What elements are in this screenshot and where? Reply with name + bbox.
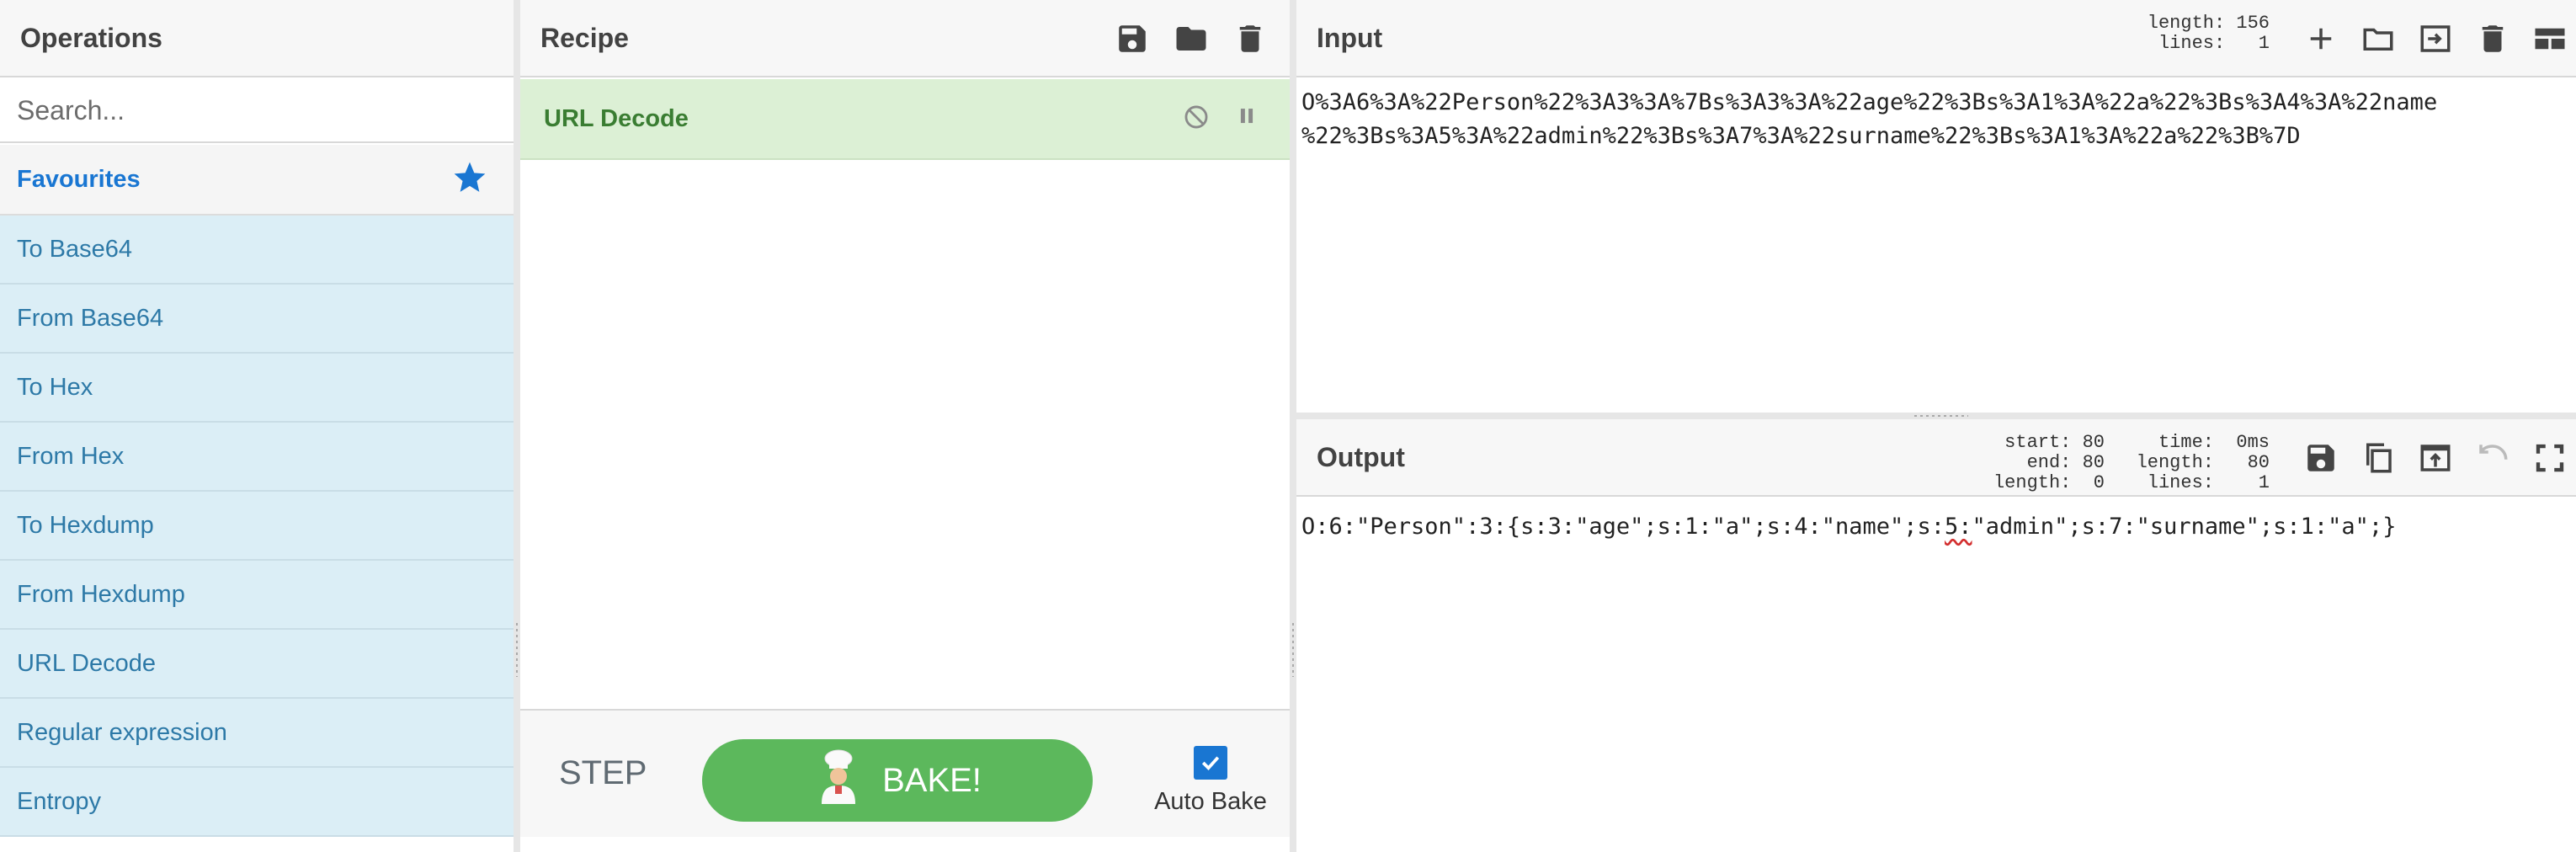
maximise-output-icon[interactable] [2532, 440, 2568, 476]
reset-layout-icon[interactable] [2532, 21, 2568, 56]
operations-header: Operations [0, 0, 514, 77]
output-length-label: length: [2136, 452, 2214, 473]
recipe-header: Recipe [520, 0, 1290, 77]
output-end-label: end: [2026, 452, 2072, 473]
gutter-grip [1292, 623, 1294, 677]
output-title: Output [1317, 441, 1405, 472]
search-input[interactable] [0, 79, 514, 141]
op-item-to-base64[interactable]: To Base64 [0, 216, 514, 285]
output-end-value: 80 [2082, 452, 2105, 473]
copy-output-icon[interactable] [2360, 440, 2396, 476]
input-pane: Input length: 156 lines: 1 O%3A6%3A%22Pe… [1296, 0, 2576, 413]
favourites-label: Favourites [17, 165, 141, 193]
output-selection-stats: start: 80 end: 80 length: 0 [1993, 433, 2105, 493]
output-stats: time: 0ms length: 80 lines: 1 [2137, 433, 2270, 493]
input-line-1: O%3A6%3A%22Person%22%3A3%3A%7Bs%3A3%3A%2… [1301, 89, 2438, 115]
gutter-recipe-io[interactable] [1290, 0, 1296, 852]
io-pane: Input length: 156 lines: 1 O%3A6%3A%22Pe… [1296, 0, 2576, 852]
save-output-icon[interactable] [2303, 440, 2339, 476]
output-start-label: start: [2004, 432, 2072, 453]
output-text-after: "admin";s:7:"surname";s:1:"a";} [1972, 514, 2397, 540]
autobake-toggle[interactable]: Auto Bake [1143, 746, 1278, 816]
check-icon [1201, 756, 1220, 770]
output-sel-length-value: 0 [2093, 472, 2105, 493]
output-text[interactable]: O:6:"Person":3:{s:3:"age";s:1:"a";s:4:"n… [1301, 510, 2576, 544]
input-lines-label: lines: [2158, 33, 2226, 54]
pause-breakpoint-icon[interactable] [1232, 103, 1261, 136]
output-lines-label: lines: [2147, 472, 2214, 493]
op-item-url-decode[interactable]: URL Decode [0, 630, 514, 699]
input-stats: length: 156 lines: 1 [2148, 13, 2270, 54]
bake-label: BAKE! [882, 761, 982, 799]
output-length-value: 80 [2247, 452, 2270, 473]
gutter-ops-recipe[interactable] [514, 0, 520, 852]
autobake-checkbox[interactable] [1194, 746, 1227, 780]
favourites-category[interactable]: Favourites [0, 145, 514, 216]
op-item-from-hex[interactable]: From Hex [0, 423, 514, 492]
replace-input-with-output-icon[interactable] [2418, 440, 2453, 476]
gutter-grip [516, 623, 518, 677]
op-item-regular-expression[interactable]: Regular expression [0, 699, 514, 768]
op-item-entropy[interactable]: Entropy [0, 768, 514, 837]
input-line-2: %22%3Bs%3A5%3A%22admin%22%3Bs%3A7%3A%22s… [1301, 123, 2301, 149]
output-time-value: 0ms [2236, 432, 2270, 453]
output-time-label: time: [2158, 432, 2214, 453]
disable-op-icon[interactable] [1182, 103, 1211, 136]
output-lines-value: 1 [2258, 472, 2270, 493]
operations-pane: Operations Favourites To Base64 From Bas… [0, 0, 514, 852]
input-header: Input length: 156 lines: 1 [1296, 0, 2576, 77]
input-length-value: 156 [2236, 13, 2270, 34]
clear-recipe-trash-icon[interactable] [1232, 21, 1268, 56]
load-recipe-folder-icon[interactable] [1174, 21, 1209, 56]
gutter-grip [1914, 415, 1968, 417]
output-error-highlight: 5: [1945, 514, 1972, 540]
operations-search [0, 79, 514, 143]
output-sel-length-label: length: [1993, 472, 2072, 493]
chef-icon [813, 748, 864, 812]
save-recipe-icon[interactable] [1115, 21, 1150, 56]
recipe-title: Recipe [540, 22, 629, 53]
input-lines-value: 1 [2258, 33, 2270, 54]
operations-list: To Base64 From Base64 To Hex From Hex To… [0, 216, 514, 837]
op-item-from-base64[interactable]: From Base64 [0, 285, 514, 354]
input-title: Input [1317, 22, 1383, 53]
add-input-tab-icon[interactable] [2303, 21, 2339, 56]
gutter-input-output[interactable] [1296, 413, 2576, 419]
recipe-controls: STEP BAKE! Auto Bake [520, 709, 1290, 837]
recipe-op-url-decode[interactable]: URL Decode [520, 79, 1290, 160]
operations-title: Operations [20, 22, 162, 53]
output-header: Output start: 80 end: 80 length: 0 time:… [1296, 419, 2576, 497]
output-text-before: O:6:"Person":3:{s:3:"age";s:1:"a";s:4:"n… [1301, 514, 1945, 540]
undo-icon[interactable] [2475, 440, 2510, 476]
op-item-to-hexdump[interactable]: To Hexdump [0, 492, 514, 561]
recipe-pane: Recipe URL Decode STEP BAKE! Auto Bake [520, 0, 1290, 852]
recipe-op-label: URL Decode [544, 104, 689, 132]
output-start-value: 80 [2082, 432, 2105, 453]
open-file-input-icon[interactable] [2418, 21, 2453, 56]
output-pane: Output start: 80 end: 80 length: 0 time:… [1296, 419, 2576, 852]
op-item-from-hexdump[interactable]: From Hexdump [0, 561, 514, 630]
input-textarea[interactable]: O%3A6%3A%22Person%22%3A3%3A%7Bs%3A3%3A%2… [1301, 86, 2576, 153]
bake-button[interactable]: BAKE! [702, 739, 1093, 822]
open-folder-icon[interactable] [2360, 21, 2396, 56]
autobake-label: Auto Bake [1154, 788, 1267, 815]
star-icon [451, 159, 488, 200]
step-button[interactable]: STEP [559, 754, 647, 792]
input-length-label: length: [2147, 13, 2226, 34]
op-item-to-hex[interactable]: To Hex [0, 354, 514, 423]
clear-input-trash-icon[interactable] [2475, 21, 2510, 56]
